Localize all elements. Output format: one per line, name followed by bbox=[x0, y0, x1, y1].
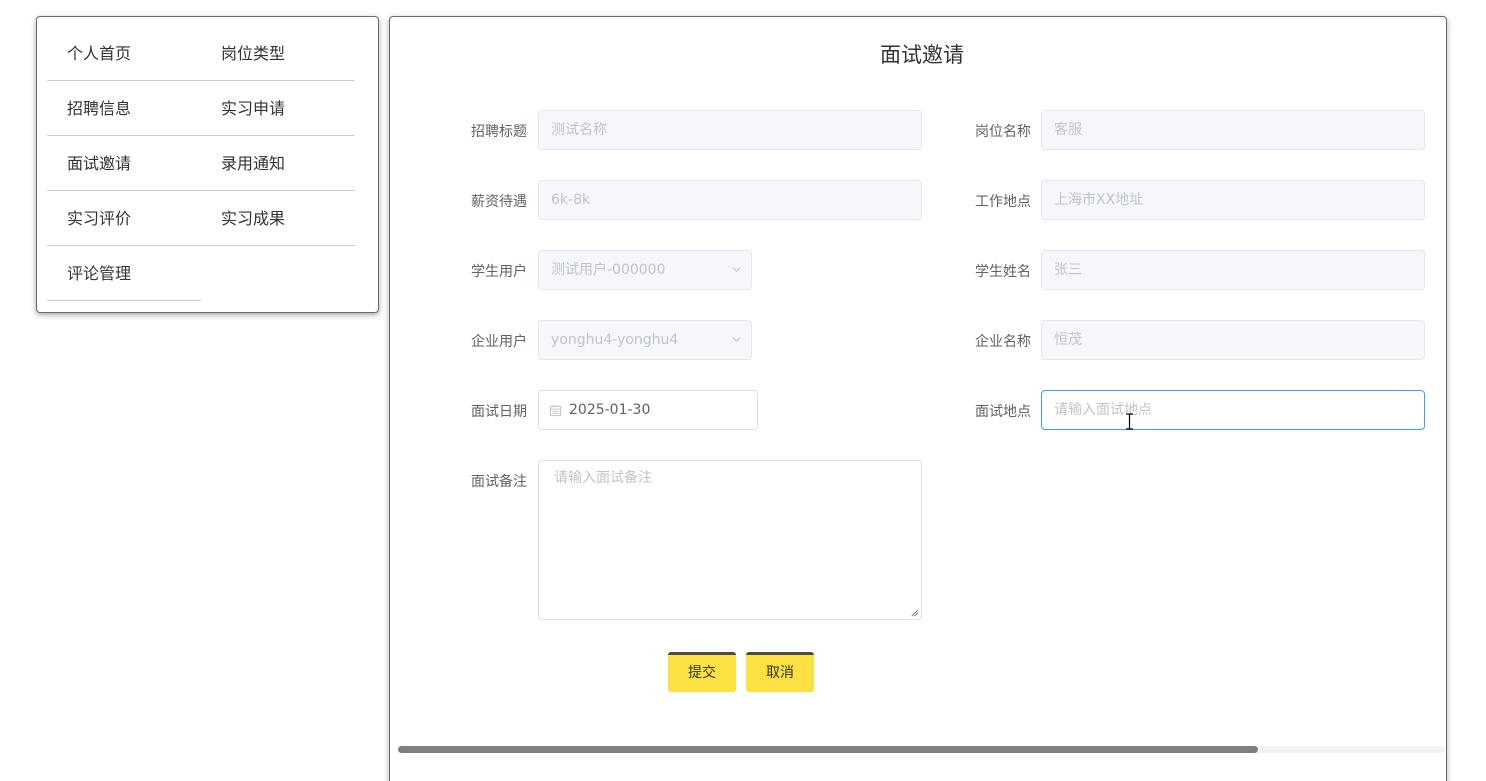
chevron-down-icon bbox=[732, 267, 741, 273]
recruit-title-label: 招聘标题 bbox=[471, 124, 527, 140]
interview-notes-textarea[interactable]: 请输入面试备注 bbox=[538, 460, 922, 620]
cancel-button[interactable]: 取消 bbox=[746, 652, 814, 692]
side-nav: 个人首页 岗位类型 招聘信息 实习申请 面试邀请 录用通知 实习评价 实习成果 … bbox=[36, 16, 379, 313]
text-cursor-icon bbox=[1126, 413, 1133, 430]
nav-item-internship-application[interactable]: 实习申请 bbox=[201, 81, 355, 136]
resize-handle-icon[interactable] bbox=[910, 608, 919, 617]
chevron-down-icon bbox=[732, 337, 741, 343]
scrollbar-thumb[interactable] bbox=[398, 746, 1258, 753]
interview-location-label: 面试地点 bbox=[975, 404, 1031, 420]
company-user-select[interactable]: yonghu4-yonghu4 bbox=[538, 320, 752, 360]
student-user-value: 测试用户-000000 bbox=[551, 262, 666, 278]
position-name-label: 岗位名称 bbox=[975, 124, 1031, 140]
interview-form-card: 面试邀请 招聘标题 测试名称 岗位名称 客服 薪资待遇 6k-8k 工作地点 上… bbox=[389, 16, 1447, 781]
nav-item-recruitment[interactable]: 招聘信息 bbox=[47, 81, 201, 136]
position-name-field[interactable]: 客服 bbox=[1041, 110, 1425, 150]
page-title: 面试邀请 bbox=[880, 43, 964, 67]
horizontal-scrollbar[interactable] bbox=[398, 746, 1446, 753]
nav-item-internship-review[interactable]: 实习评价 bbox=[47, 191, 201, 246]
nav-item-interview-invite[interactable]: 面试邀请 bbox=[47, 136, 201, 191]
student-user-select[interactable]: 测试用户-000000 bbox=[538, 250, 752, 290]
company-name-field[interactable]: 恒茂 bbox=[1041, 320, 1425, 360]
salary-label: 薪资待遇 bbox=[471, 194, 527, 210]
student-user-label: 学生用户 bbox=[471, 264, 527, 280]
work-location-field[interactable]: 上海市XX地址 bbox=[1041, 180, 1425, 220]
company-name-label: 企业名称 bbox=[975, 334, 1031, 350]
interview-notes-label: 面试备注 bbox=[471, 474, 527, 490]
interview-date-label: 面试日期 bbox=[471, 404, 527, 420]
nav-item-comment-manage[interactable]: 评论管理 bbox=[47, 246, 201, 301]
interview-date-value: 2025-01-30 bbox=[569, 402, 651, 418]
nav-item-internship-result[interactable]: 实习成果 bbox=[201, 191, 355, 246]
nav-item-home[interactable]: 个人首页 bbox=[47, 26, 201, 81]
interview-location-input[interactable]: 请输入面试地点 bbox=[1041, 390, 1425, 430]
interview-date-picker[interactable]: 2025-01-30 bbox=[538, 390, 758, 430]
company-user-value: yonghu4-yonghu4 bbox=[551, 332, 679, 348]
recruit-title-field[interactable]: 测试名称 bbox=[538, 110, 922, 150]
student-name-label: 学生姓名 bbox=[975, 264, 1031, 280]
submit-button[interactable]: 提交 bbox=[668, 652, 736, 692]
salary-field[interactable]: 6k-8k bbox=[538, 180, 922, 220]
calendar-icon bbox=[549, 404, 562, 417]
nav-item-position-type[interactable]: 岗位类型 bbox=[201, 26, 355, 81]
nav-item-offer-notice[interactable]: 录用通知 bbox=[201, 136, 355, 191]
interview-notes-placeholder: 请输入面试备注 bbox=[554, 470, 652, 486]
work-location-label: 工作地点 bbox=[975, 194, 1031, 210]
student-name-field[interactable]: 张三 bbox=[1041, 250, 1425, 290]
company-user-label: 企业用户 bbox=[471, 334, 527, 350]
